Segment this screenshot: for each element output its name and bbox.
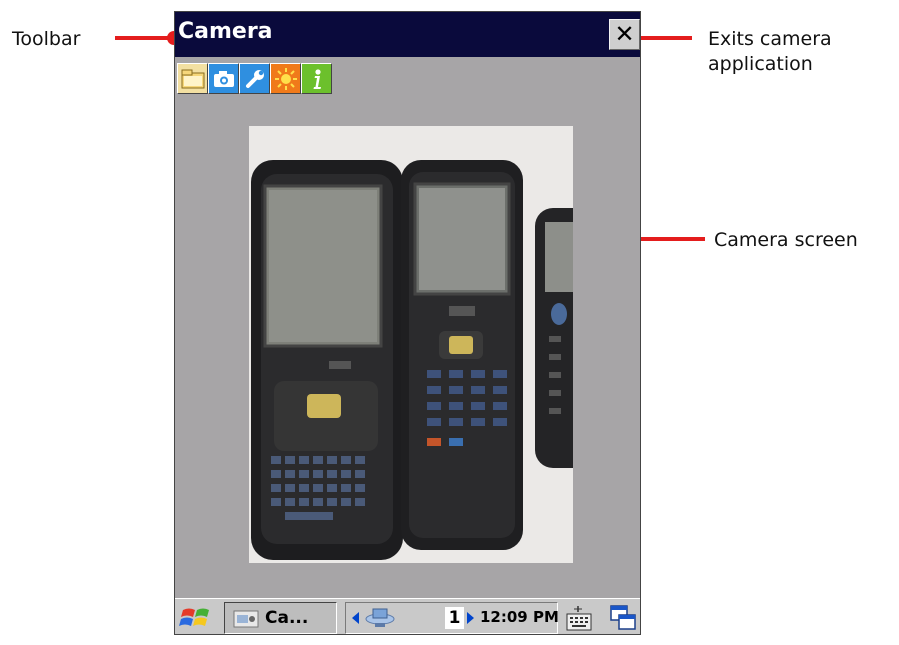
window-title: Camera xyxy=(178,19,273,44)
keyboard-icon[interactable] xyxy=(564,602,594,634)
info-icon[interactable] xyxy=(301,63,332,94)
folder-icon[interactable] xyxy=(177,63,208,94)
taskbar-app-label: Ca... xyxy=(265,608,309,628)
close-button[interactable]: ✕ xyxy=(609,19,640,50)
callout-toolbar-label: Toolbar xyxy=(12,28,81,50)
camera-icon[interactable] xyxy=(208,63,239,94)
camera-preview-image xyxy=(249,126,573,563)
previous-desktop-icon[interactable] xyxy=(352,612,359,624)
window-switch-icon[interactable] xyxy=(608,602,638,634)
device-screen: Camera ✕ Ca... 1 12:09 PM xyxy=(174,11,641,635)
start-menu-icon[interactable] xyxy=(177,602,215,634)
brightness-icon[interactable] xyxy=(270,63,301,94)
callout-exit-label-line1: Exits camera xyxy=(708,28,832,50)
title-bar: Camera ✕ xyxy=(175,12,640,57)
toolbar xyxy=(175,57,640,103)
next-desktop-icon[interactable] xyxy=(467,612,474,624)
callout-camera-screen-label: Camera screen xyxy=(714,229,858,251)
callout-toolbar-line xyxy=(115,36,175,40)
callout-exit-line xyxy=(640,36,692,40)
taskbar-camera-icon xyxy=(233,610,259,628)
system-tray: 1 12:09 PM xyxy=(345,602,559,634)
network-icon[interactable] xyxy=(363,606,397,632)
callout-exit-label-line2: application xyxy=(708,53,813,75)
taskbar: Ca... 1 12:09 PM xyxy=(175,598,640,634)
wrench-icon[interactable] xyxy=(239,63,270,94)
desktop-number[interactable]: 1 xyxy=(445,607,464,629)
camera-preview xyxy=(249,126,573,563)
taskbar-camera-app[interactable]: Ca... xyxy=(224,602,337,634)
taskbar-clock[interactable]: 12:09 PM xyxy=(480,608,559,626)
diagram: Toolbar Exits camera application Camera … xyxy=(0,0,899,645)
